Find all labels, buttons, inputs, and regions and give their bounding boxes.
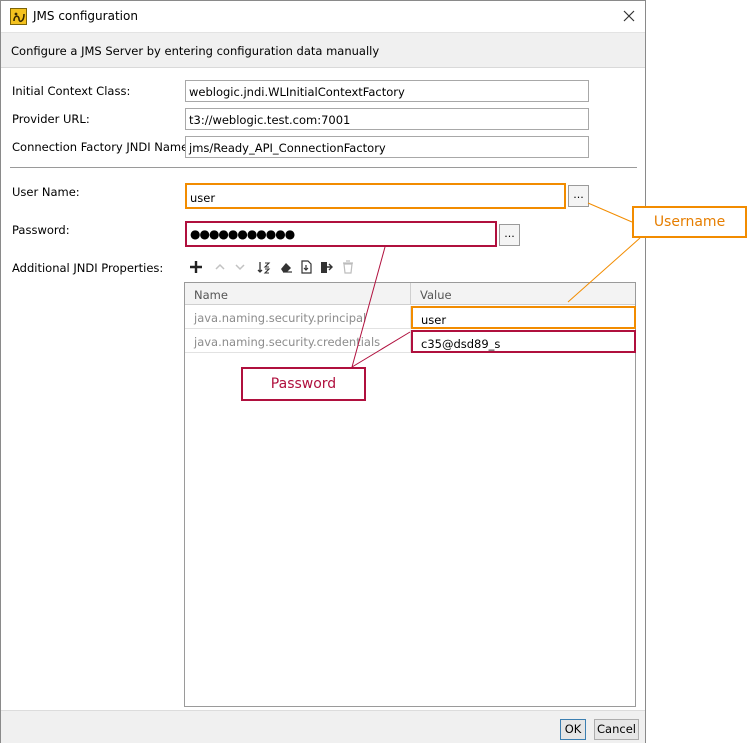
sort-icon[interactable] [255,257,275,279]
cancel-button[interactable]: Cancel [594,719,639,740]
column-header-value[interactable]: Value [420,288,452,302]
password-input[interactable]: ●●●●●●●●●●● [185,221,497,247]
additional-jndi-label: Additional JNDI Properties: [12,261,164,275]
close-button[interactable] [615,4,643,28]
table-header: Name Value [185,283,635,305]
password-label: Password: [12,223,70,237]
dialog-header: Configure a JMS Server by entering confi… [1,32,645,68]
add-icon[interactable] [187,257,207,279]
header-description: Configure a JMS Server by entering confi… [11,44,380,58]
user-name-browse-button[interactable]: ... [568,185,589,207]
import-icon[interactable] [297,257,317,279]
jndi-properties-table: Name Value java.naming.security.principa… [184,282,636,707]
export-icon[interactable] [317,257,337,279]
user-name-input[interactable]: user [185,183,566,209]
move-down-icon[interactable] [231,257,251,279]
connection-factory-input[interactable]: jms/Ready_API_ConnectionFactory [185,136,589,158]
window-title: JMS configuration [33,9,138,23]
title-bar: JMS configuration [1,1,645,32]
jndi-toolbar [187,257,367,279]
provider-url-input[interactable]: t3://weblogic.test.com:7001 [185,108,589,130]
column-header-name[interactable]: Name [194,288,228,302]
column-divider [410,283,411,305]
password-callout: Password [241,367,366,401]
username-callout: Username [632,206,747,238]
separator [10,167,637,168]
property-name: java.naming.security.principal [194,311,367,325]
ok-button[interactable]: OK [560,719,586,740]
provider-url-label: Provider URL: [12,112,90,126]
property-name: java.naming.security.credentials [194,335,381,349]
property-value[interactable]: user [411,306,636,329]
connection-factory-label: Connection Factory JNDI Name: [12,140,193,154]
close-icon [623,10,635,22]
clear-icon[interactable] [277,257,297,279]
table-row[interactable]: java.naming.security.principal user [185,306,636,329]
initial-context-class-input[interactable]: weblogic.jndi.WLInitialContextFactory [185,80,589,102]
dialog-footer: OK Cancel [1,710,645,743]
initial-context-class-label: Initial Context Class: [12,84,131,98]
password-browse-button[interactable]: ... [499,224,520,246]
property-value[interactable]: c35@dsd89_s [411,330,636,353]
user-name-label: User Name: [12,185,80,199]
delete-icon[interactable] [339,257,359,279]
move-up-icon[interactable] [211,257,231,279]
table-row[interactable]: java.naming.security.credentials c35@dsd… [185,330,636,353]
app-icon [10,8,27,25]
